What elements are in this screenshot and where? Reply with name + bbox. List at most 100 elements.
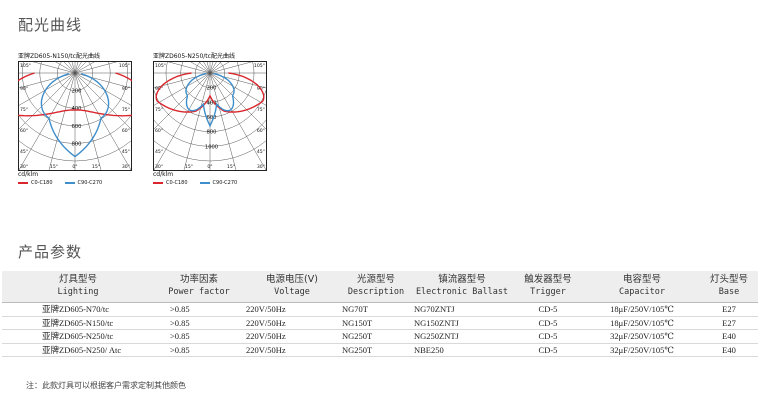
legend-label-c90: C90-C270 [212, 180, 238, 186]
header-lighting: 灯具型号 Lighting [57, 274, 99, 297]
cell-lighting: 亚牌ZD605-N150/tc [2, 316, 154, 330]
header-base: 灯头型号 Base [709, 274, 748, 297]
cell-ballast: NG70ZNTJ [412, 302, 512, 317]
cell-base: E27 [700, 302, 758, 317]
cell-trigger: CD-5 [512, 343, 584, 357]
cell-lighting: 亚牌ZD605-N250/ Atc [2, 343, 154, 357]
polar-plot: 200 400 600 800 105° 90° 75° 60° 45° 30° 105° 90° 75… [18, 61, 132, 171]
cell-trigger: CD-5 [512, 316, 584, 330]
unit-label: cd/klm [18, 171, 39, 178]
unit-label: cd/klm [153, 171, 174, 178]
angle-label-left: 75° [155, 107, 163, 113]
cell-voltage: 220V/50Hz [244, 329, 340, 344]
angle-label-left: 60° [20, 128, 28, 134]
table-row: 亚牌ZD605-N150/tc >0.85 220V/50Hz NG150T N… [2, 316, 758, 330]
angle-label-right: 30° [257, 164, 265, 170]
cell-capacitor: 18μF/250V/105℃ [584, 302, 700, 317]
angle-label-right: 75° [122, 107, 130, 113]
radial-tick-label: 400 [72, 106, 82, 112]
params-section-title: 产品参数 [18, 243, 83, 261]
legend-swatch-c0 [153, 182, 163, 184]
polar-chart-caption: 亚牌ZD605-N150/tc配光曲线 [18, 53, 100, 60]
cell-trigger: CD-5 [512, 302, 584, 317]
angle-label-right: 30° [122, 164, 130, 170]
bottom-angle-label: 15° [92, 164, 100, 170]
table-header-row: 灯具型号 Lighting 功率因素 Power factor 电源电压(V) Vol… [2, 271, 758, 303]
cell-ballast: NG150ZNTJ [412, 316, 512, 330]
angle-label-left: 90° [20, 86, 28, 92]
cell-capacitor: 18μF/250V/105℃ [584, 316, 700, 330]
angle-label-left: 60° [155, 128, 163, 134]
cell-voltage: 220V/50Hz [244, 302, 340, 317]
angle-label-right: 60° [257, 128, 265, 134]
cell-lighting: 亚牌ZD605-N250/tc [2, 329, 154, 344]
bottom-angle-label: 15° [227, 164, 235, 170]
header-capacitor: 电容型号 Capacitor [618, 274, 666, 297]
cell-ballast: NBE250 [412, 343, 512, 357]
legend-label-c0: C0-C180 [166, 180, 188, 186]
cell-base: E40 [700, 343, 758, 357]
cell-capacitor: 32μF/250V/105℃ [584, 329, 700, 344]
footnote: 注：此款灯具可以根据客户需求定制其他颜色 [26, 381, 186, 390]
polar-plot: 2004006008001000105°90°75°60°45°30°105°9… [153, 61, 267, 171]
legend-swatch-c90 [64, 182, 75, 184]
angle-label-left: 30° [155, 164, 163, 170]
legend-swatch-c0 [18, 182, 28, 184]
polar-chart-caption: 亚牌ZD605-N250/tc配光曲线 [153, 53, 235, 60]
legend-swatch-c90 [199, 182, 210, 184]
cell-description: NG250T [340, 343, 412, 357]
cell-voltage: 220V/50Hz [244, 316, 340, 330]
cell-power-factor: >0.85 [154, 329, 244, 344]
radial-tick-label: 200 [207, 86, 217, 92]
bottom-angle-label: 0° [207, 164, 212, 170]
angle-label-right: 90° [122, 86, 130, 92]
bottom-angle-label: 15° [185, 164, 193, 170]
angle-label-right: 105° [254, 63, 265, 69]
cell-power-factor: >0.85 [154, 316, 244, 330]
cell-description: NG250T [340, 329, 412, 344]
table-row: 亚牌ZD605-N250/ Atc >0.85 220V/50Hz NG250T… [2, 343, 758, 357]
header-power-factor: 功率因素 Power factor [168, 274, 230, 297]
angle-label-left: 45° [20, 149, 28, 155]
angle-label-right: 45° [122, 149, 130, 155]
table-row: 亚牌ZD605-N70/tc >0.85 220V/50Hz NG70T NG7… [2, 302, 758, 317]
bottom-angle-label: 15° [50, 164, 58, 170]
cell-power-factor: >0.85 [154, 343, 244, 357]
radial-tick-label: 600 [72, 124, 82, 130]
radial-tick-label: 800 [207, 130, 217, 136]
product-params-table: 灯具型号 Lighting 功率因素 Power factor 电源电压(V) Vol… [2, 271, 758, 357]
angle-label-left: 30° [20, 164, 28, 170]
table-row: 亚牌ZD605-N250/tc >0.85 220V/50Hz NG250T N… [2, 329, 758, 344]
legend-label-c0: C0-C180 [31, 180, 53, 186]
cell-base: E40 [700, 329, 758, 344]
chart-legend: C0-C180 C90-C270 [153, 179, 285, 187]
radial-tick-label: 1000 [205, 144, 218, 150]
bottom-angle-label: 0° [72, 164, 77, 170]
cell-capacitor: 32μF/250V/105℃ [584, 343, 700, 357]
radial-tick-label: 800 [72, 141, 82, 147]
polar-chart-1: 亚牌ZD605-N150/tc配光曲线 200 400 600 800 105° 90° 7… [18, 52, 150, 187]
angle-label-right: 45° [257, 149, 265, 155]
chart-legend: C0-C180 C90-C270 [18, 179, 150, 187]
angle-label-left: 75° [20, 107, 28, 113]
angle-label-right: 60° [122, 128, 130, 134]
cell-description: NG70T [340, 302, 412, 317]
angle-label-left: 105° [20, 63, 31, 69]
header-voltage: 电源电压(V) Voltage [266, 274, 318, 297]
angle-label-left: 105° [155, 63, 166, 69]
curves-section-title: 配光曲线 [18, 16, 83, 34]
header-ballast: 镇流器型号 Electronic Ballast [415, 274, 509, 297]
cell-trigger: CD-5 [512, 329, 584, 344]
polar-chart-2: 亚牌ZD605-N250/tc配光曲线 200 400 600 800 1000 105°… [153, 52, 285, 187]
cell-ballast: NG250ZNTJ [412, 329, 512, 344]
header-description: 光源型号 Description [347, 274, 405, 297]
angle-label-right: 75° [257, 107, 265, 113]
cell-power-factor: >0.85 [154, 302, 244, 317]
cell-lighting: 亚牌ZD605-N70/tc [2, 302, 154, 317]
radial-tick-label: 200 [72, 89, 82, 95]
angle-label-right: 105° [119, 63, 130, 69]
cell-voltage: 220V/50Hz [244, 343, 340, 357]
header-trigger: 触发器型号 Trigger [524, 274, 572, 297]
cell-description: NG150T [340, 316, 412, 330]
cell-base: E27 [700, 316, 758, 330]
